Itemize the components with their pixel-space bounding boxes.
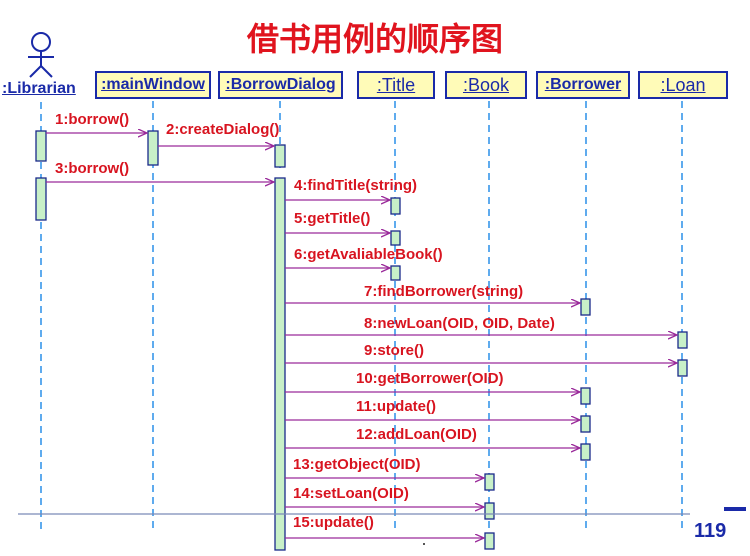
message-label-12: 12:addLoan(OID) [356,426,477,443]
message-label-1: 1:borrow() [55,111,130,128]
message-label-13: 13:getObject(OID) [293,456,421,473]
activation-title-1 [390,197,401,215]
activation-book-1 [484,473,495,491]
activation-title-3 [390,265,401,281]
object-loan: :Loan [638,71,728,99]
activation-mainwindow [147,130,159,166]
page-title: 借书用例的顺序图 [246,20,503,58]
object-borrower: :Borrower [536,71,630,99]
activation-librarian-2 [35,177,47,221]
message-label-3: 3:borrow() [55,160,130,177]
object-title: :Title [357,71,435,99]
object-borrowdialog: :BorrowDialog [218,71,343,99]
object-mainwindow: :mainWindow [95,71,211,99]
footer-dot [423,543,425,545]
message-label-5: 5:getTitle() [294,210,371,227]
activation-borrower-4 [580,443,591,461]
activation-book-3 [484,532,495,550]
message-label-6: 6:getAvaliableBook() [294,246,443,263]
page-number: 119 [694,520,727,542]
footer-accent-bar [724,507,746,511]
message-label-10: 10:getBorrower(OID) [356,370,504,387]
message-label-15: 15:update() [293,514,374,531]
activation-book-2 [484,502,495,520]
activation-loan-1 [677,331,688,349]
message-label-9: 9:store() [364,342,425,359]
activation-borrowdialog-1 [274,144,286,168]
librarian-actor-label: :Librarian [2,80,76,97]
activation-borrowdialog-2 [274,177,286,551]
message-label-2: 2:createDialog() [166,121,280,138]
activation-librarian-1 [35,130,47,162]
activation-loan-2 [677,359,688,377]
activation-borrower-3 [580,415,591,433]
message-label-14: 14:setLoan(OID) [293,485,409,502]
object-book: :Book [445,71,527,99]
activation-borrower-1 [580,298,591,316]
message-label-11: 11:update() [356,398,437,415]
message-label-4: 4:findTitle(string) [294,177,418,194]
activation-title-2 [390,230,401,246]
message-label-7: 7:findBorrower(string) [364,283,524,300]
message-label-8: 8:newLoan(OID, OID, Date) [364,315,555,332]
activation-borrower-2 [580,387,591,405]
